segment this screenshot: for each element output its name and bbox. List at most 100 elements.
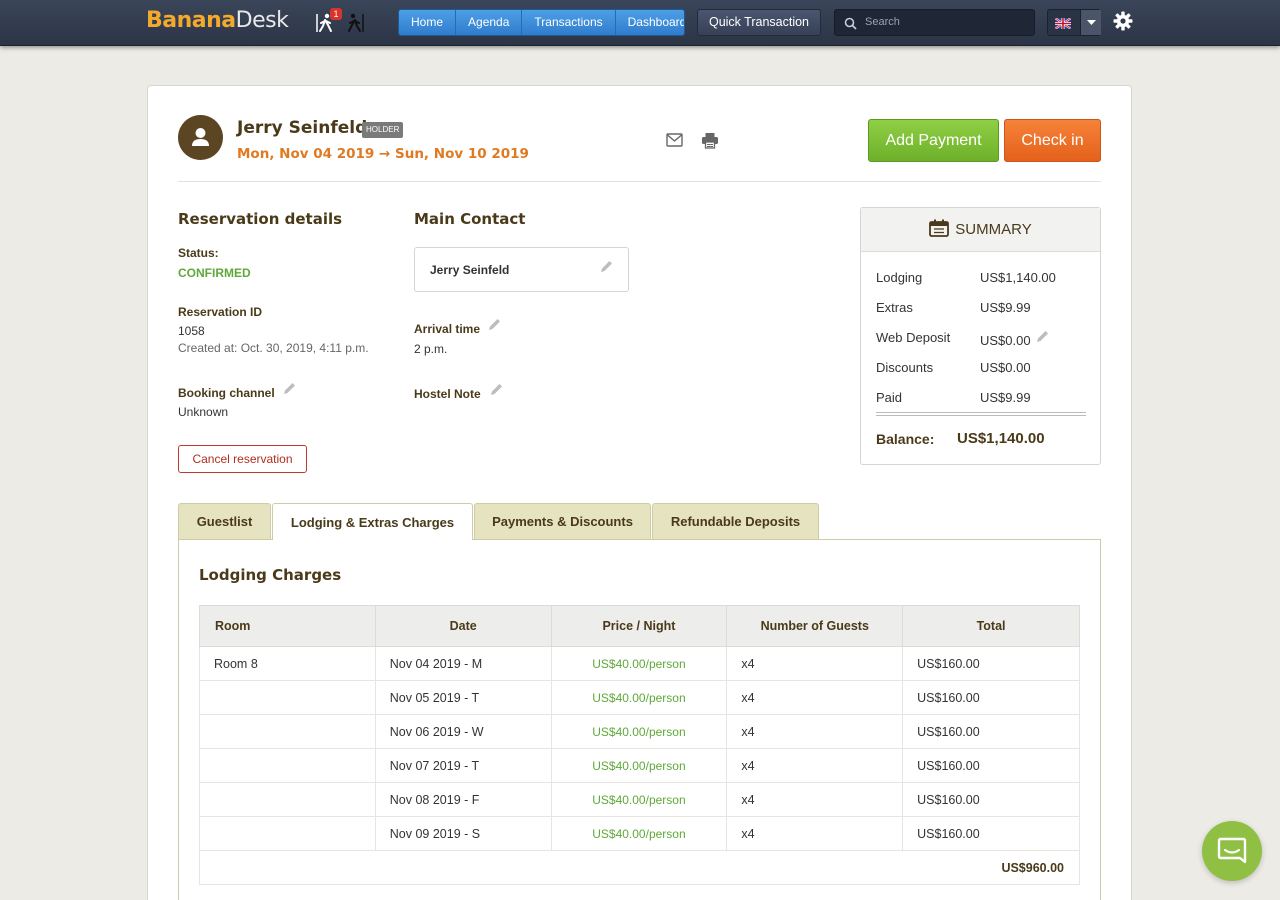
avatar bbox=[178, 115, 223, 160]
table-row: Nov 08 2019 - F US$40.00/person x4 US$16… bbox=[199, 782, 1080, 817]
nav-home[interactable]: Home bbox=[399, 10, 457, 35]
cell-date: Nov 04 2019 - M bbox=[374, 646, 552, 681]
reservation-id-label: Reservation ID bbox=[178, 305, 263, 319]
top-bar: BananaDesk 1 Home Agenda Transactions Da… bbox=[0, 0, 1280, 46]
mail-icon[interactable] bbox=[666, 133, 683, 147]
nav-dashboard[interactable]: Dashboard bbox=[615, 10, 684, 35]
subtotal-row: US$960.00 bbox=[199, 850, 1080, 885]
cell-price[interactable]: US$40.00/person bbox=[550, 748, 728, 783]
check-out-walker-icon[interactable] bbox=[343, 12, 365, 34]
main-nav: Home Agenda Transactions Dashboard bbox=[398, 9, 685, 36]
cell-guests: x4 bbox=[726, 646, 904, 681]
cell-room bbox=[199, 782, 376, 817]
main-contact-card[interactable]: Jerry Seinfeld bbox=[414, 247, 629, 292]
summary-title: SUMMARY bbox=[955, 221, 1032, 238]
add-payment-button[interactable]: Add Payment bbox=[868, 119, 999, 162]
summary-extras-value: US$9.99 bbox=[980, 300, 1031, 315]
logo-text-banana: Banana bbox=[146, 8, 236, 33]
cell-guests: x4 bbox=[726, 714, 904, 749]
language-selector[interactable] bbox=[1047, 9, 1101, 36]
guest-name: Jerry Seinfeld bbox=[237, 118, 368, 138]
calendar-icon bbox=[929, 219, 950, 237]
main-contact-title: Main Contact bbox=[414, 210, 526, 228]
cell-date: Nov 08 2019 - F bbox=[374, 782, 552, 817]
cell-room bbox=[199, 714, 376, 749]
edit-hostel-note-icon[interactable] bbox=[489, 382, 504, 397]
uk-flag-icon bbox=[1055, 18, 1071, 29]
summary-web-deposit-label: Web Deposit bbox=[876, 330, 951, 345]
chevron-down-icon[interactable] bbox=[1080, 10, 1101, 35]
summary-discounts-label: Discounts bbox=[876, 360, 934, 375]
tab-payments-discounts[interactable]: Payments & Discounts bbox=[474, 503, 651, 539]
search-placeholder: Search bbox=[865, 16, 900, 28]
summary-discounts-value: US$0.00 bbox=[980, 360, 1031, 375]
nav-agenda[interactable]: Agenda bbox=[456, 10, 523, 35]
cell-guests: x4 bbox=[726, 748, 904, 783]
column-header-guests[interactable]: Number of Guests bbox=[726, 605, 904, 647]
cell-price[interactable]: US$40.00/person bbox=[550, 680, 728, 715]
cell-date: Nov 05 2019 - T bbox=[374, 680, 552, 715]
print-icon[interactable] bbox=[701, 132, 719, 149]
cell-date: Nov 07 2019 - T bbox=[374, 748, 552, 783]
cell-price[interactable]: US$40.00/person bbox=[550, 646, 728, 681]
table-row: Room 8 Nov 04 2019 - M US$40.00/person x… bbox=[199, 646, 1080, 681]
edit-web-deposit-icon[interactable] bbox=[1035, 329, 1050, 344]
lodging-table: Room Date Price / Night Number of Guests… bbox=[199, 605, 1080, 885]
tab-guestlist[interactable]: Guestlist bbox=[178, 503, 271, 539]
cell-room bbox=[199, 748, 376, 783]
check-in-button[interactable]: Check in bbox=[1004, 119, 1101, 162]
summary-web-deposit-value: US$0.00 bbox=[980, 333, 1031, 348]
cell-total: US$160.00 bbox=[902, 714, 1080, 749]
cell-room bbox=[199, 816, 376, 851]
column-header-total[interactable]: Total bbox=[902, 605, 1080, 647]
cell-room: Room 8 bbox=[199, 646, 376, 681]
summary-panel: SUMMARY Lodging US$1,140.00 Extras US$9.… bbox=[860, 207, 1101, 465]
cell-date: Nov 09 2019 - S bbox=[374, 816, 552, 851]
cancel-reservation-button[interactable]: Cancel reservation bbox=[178, 445, 307, 473]
lodging-charges-title: Lodging Charges bbox=[199, 566, 342, 584]
table-row: Nov 06 2019 - W US$40.00/person x4 US$16… bbox=[199, 714, 1080, 749]
chat-button[interactable] bbox=[1202, 821, 1262, 881]
reservation-details-title: Reservation details bbox=[178, 210, 343, 228]
booking-channel-label: Booking channel bbox=[178, 386, 275, 400]
column-header-date[interactable]: Date bbox=[374, 605, 552, 647]
column-header-price[interactable]: Price / Night bbox=[550, 605, 728, 647]
hostel-note-label: Hostel Note bbox=[414, 387, 481, 401]
balance-label: Balance: bbox=[876, 431, 935, 447]
column-header-room[interactable]: Room bbox=[199, 605, 376, 647]
cell-guests: x4 bbox=[726, 782, 904, 817]
gear-icon[interactable] bbox=[1113, 11, 1133, 31]
tab-lodging-extras[interactable]: Lodging & Extras Charges bbox=[272, 503, 473, 540]
cell-price[interactable]: US$40.00/person bbox=[550, 714, 728, 749]
cell-total: US$160.00 bbox=[902, 680, 1080, 715]
cell-date: Nov 06 2019 - W bbox=[374, 714, 552, 749]
reservation-id-value: 1058 bbox=[178, 324, 205, 338]
nav-transactions[interactable]: Transactions bbox=[522, 10, 616, 35]
cell-price[interactable]: US$40.00/person bbox=[550, 782, 728, 817]
table-row: Nov 05 2019 - T US$40.00/person x4 US$16… bbox=[199, 680, 1080, 715]
edit-arrival-time-icon[interactable] bbox=[487, 317, 502, 332]
booking-channel-value: Unknown bbox=[178, 405, 229, 419]
logo-text-desk: Desk bbox=[235, 8, 289, 33]
search-input[interactable]: Search bbox=[834, 9, 1035, 36]
summary-paid-value: US$9.99 bbox=[980, 390, 1031, 405]
arrival-time-label: Arrival time bbox=[414, 322, 481, 336]
edit-booking-channel-icon[interactable] bbox=[282, 381, 297, 396]
table-row: Nov 09 2019 - S US$40.00/person x4 US$16… bbox=[199, 816, 1080, 851]
notification-badge: 1 bbox=[330, 8, 342, 20]
cell-price[interactable]: US$40.00/person bbox=[550, 816, 728, 851]
summary-paid-label: Paid bbox=[876, 390, 903, 405]
edit-contact-icon[interactable] bbox=[599, 259, 614, 274]
logo[interactable]: BananaDesk bbox=[146, 8, 289, 33]
cell-total: US$160.00 bbox=[902, 782, 1080, 817]
tab-refundable-deposits[interactable]: Refundable Deposits bbox=[652, 503, 819, 539]
contact-name: Jerry Seinfeld bbox=[430, 263, 510, 277]
cell-room bbox=[199, 680, 376, 715]
status-badge: CONFIRMED bbox=[178, 266, 251, 280]
quick-transaction-button[interactable]: Quick Transaction bbox=[697, 9, 821, 36]
table-row: Nov 07 2019 - T US$40.00/person x4 US$16… bbox=[199, 748, 1080, 783]
summary-header: SUMMARY bbox=[861, 208, 1100, 252]
cell-total: US$160.00 bbox=[902, 748, 1080, 783]
status-label: Status: bbox=[178, 246, 219, 260]
holder-badge: HOLDER bbox=[362, 122, 404, 138]
